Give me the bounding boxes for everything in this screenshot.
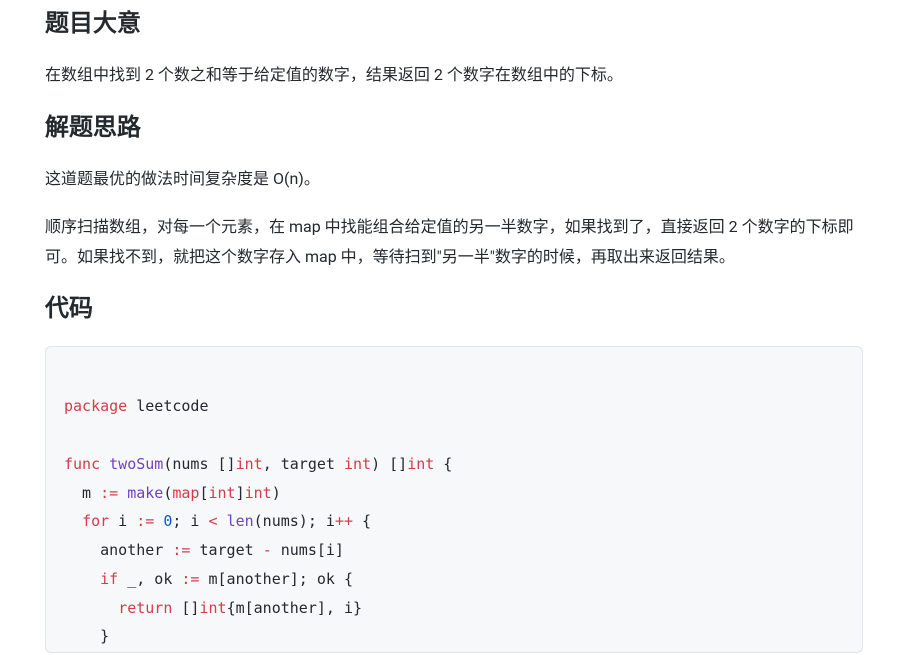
paragraph-approach-1: 这道题最优的做法时间复杂度是 O(n)。	[45, 164, 863, 194]
paragraph-approach-2: 顺序扫描数组，对每一个元素，在 map 中找能组合给定值的另一半数字，如果找到了…	[45, 212, 863, 271]
paragraph-meaning: 在数组中找到 2 个数之和等于给定值的数字，结果返回 2 个数字在数组中的下标。	[45, 60, 863, 90]
heading-code: 代码	[45, 289, 863, 327]
heading-meaning: 题目大意	[45, 4, 863, 42]
code-block[interactable]: package leetcode func twoSum(nums []int,…	[45, 346, 863, 654]
code-content: package leetcode func twoSum(nums []int,…	[64, 397, 452, 645]
article-content: 题目大意 在数组中找到 2 个数之和等于给定值的数字，结果返回 2 个数字在数组…	[0, 4, 908, 653]
heading-approach: 解题思路	[45, 108, 863, 146]
